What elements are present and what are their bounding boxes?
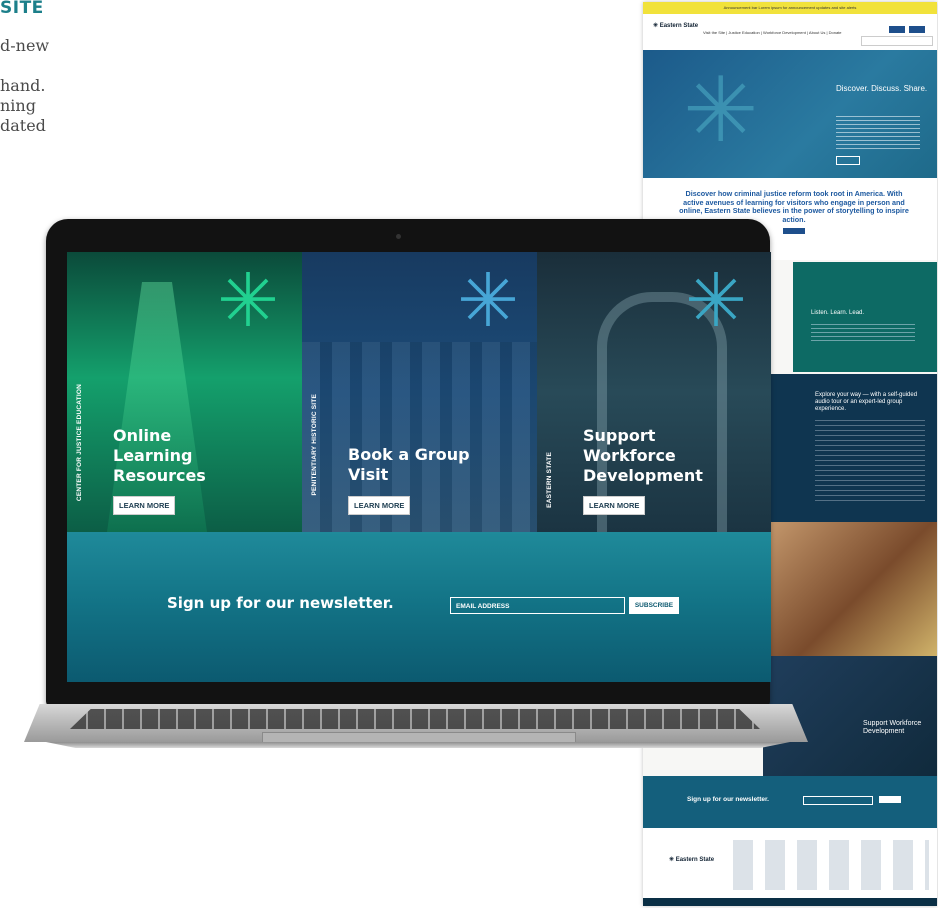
paragraph-line xyxy=(0,56,110,76)
intro-button xyxy=(783,228,805,234)
hero-button xyxy=(836,156,860,165)
newsletter-section: Sign up for our newsletter. EMAIL ADDRES… xyxy=(67,532,771,682)
site-footer: ✳ Eastern State xyxy=(643,828,937,898)
teal-heading: Listen. Learn. Lead. xyxy=(811,310,865,316)
justice-education-block: Listen. Learn. Lead. xyxy=(793,262,937,372)
site-logo: ✳ Eastern State xyxy=(653,23,699,29)
hero-banner: ✳ Discover. Discuss. Share. xyxy=(643,50,937,178)
newsletter-strip: Sign up for our newsletter. xyxy=(643,776,937,828)
paragraph-line: ning xyxy=(0,96,36,115)
donate-button xyxy=(909,26,925,33)
light-beam xyxy=(107,282,207,532)
teal-paragraph xyxy=(811,324,915,344)
intro-paragraph: d-new hand. ning dated xyxy=(0,36,110,136)
panel-vertical-label: CENTER FOR JUSTICE EDUCATION xyxy=(76,384,83,502)
laptop-touchpad xyxy=(262,732,576,743)
newsletter-text: Sign up for our newsletter. xyxy=(687,796,769,803)
panel-title: Book a Group Visit xyxy=(348,445,470,484)
main-nav: Visit the Site | Justice Education | Wor… xyxy=(703,30,842,35)
newsletter-button xyxy=(879,796,901,803)
footer-bottom-bar xyxy=(643,898,937,906)
laptop-keyboard xyxy=(70,709,760,729)
paragraph-line: dated xyxy=(0,116,46,135)
panel-vertical-label: EASTERN STATE xyxy=(546,452,553,508)
panel-group-visit[interactable]: ✳ PENITENTIARY HISTORIC SITE Book a Grou… xyxy=(302,252,537,532)
learn-more-button[interactable]: LEARN MORE xyxy=(583,496,646,515)
paragraph-line: hand. xyxy=(0,76,46,95)
asterisk-logo-icon: ✳ xyxy=(217,259,280,342)
visitors-photo xyxy=(763,522,937,656)
footer-columns xyxy=(729,840,929,890)
panel-online-learning[interactable]: ✳ CENTER FOR JUSTICE EDUCATION Online Le… xyxy=(67,252,302,532)
panel-title: Online Learning Resources xyxy=(113,426,206,485)
tour-heading: Explore your way — with a self-guided au… xyxy=(815,392,918,412)
laptop-base-edge xyxy=(46,742,790,748)
newsletter-input xyxy=(803,796,873,805)
section-heading: SITE xyxy=(0,0,44,18)
laptop-screen: ✳ CENTER FOR JUSTICE EDUCATION Online Le… xyxy=(67,252,771,682)
paragraph-line: d-new xyxy=(0,36,50,55)
hero-title: Discover. Discuss. Share. xyxy=(836,84,928,93)
asterisk-logo-icon: ✳ xyxy=(685,259,748,342)
asterisk-logo-icon: ✳ xyxy=(457,259,520,342)
hero-paragraph xyxy=(836,116,920,150)
buy-tickets-button xyxy=(889,26,905,33)
panel-title: Support Workforce Development xyxy=(583,426,703,485)
tour-paragraph xyxy=(815,420,925,504)
site-header: ✳ Eastern State Visit the Site | Justice… xyxy=(643,14,937,50)
workforce-title: Support Workforce Development xyxy=(863,720,922,735)
alert-bar: Announcement bar Lorem ipsum for announc… xyxy=(643,2,937,14)
tour-block: Explore your way — with a self-guided au… xyxy=(763,374,937,522)
laptop-camera xyxy=(396,234,401,239)
panel-vertical-label: PENITENTIARY HISTORIC SITE xyxy=(311,394,318,496)
asterisk-logo-icon: ✳ xyxy=(683,61,759,161)
footer-logo: ✳ Eastern State xyxy=(669,857,715,863)
panel-workforce[interactable]: ✳ EASTERN STATE Support Workforce Develo… xyxy=(537,252,771,532)
newsletter-heading: Sign up for our newsletter. xyxy=(167,594,394,612)
email-input[interactable]: EMAIL ADDRESS xyxy=(450,597,625,614)
learn-more-button[interactable]: LEARN MORE xyxy=(113,496,176,515)
learn-more-button[interactable]: LEARN MORE xyxy=(348,496,411,515)
city-photo xyxy=(302,342,537,532)
search-input xyxy=(861,36,933,46)
subscribe-button[interactable]: SUBSCRIBE xyxy=(629,597,679,614)
